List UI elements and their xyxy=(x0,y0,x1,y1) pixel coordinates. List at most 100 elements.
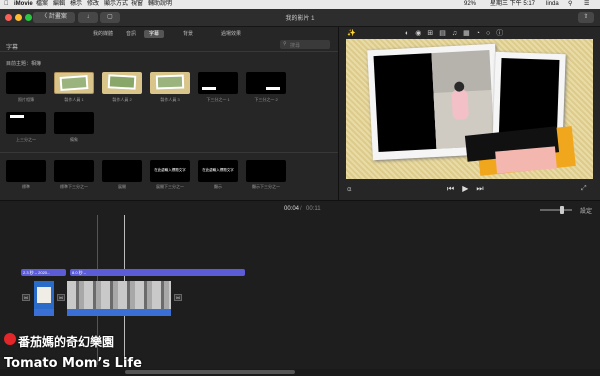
color-balance-icon[interactable]: ◐ xyxy=(405,30,415,37)
title-label: 製作人員 3 xyxy=(160,97,180,102)
title-label: 製作人員 1 xyxy=(64,97,84,102)
total-time: 00:11 xyxy=(306,206,321,212)
user-name[interactable]: linda xyxy=(546,0,559,9)
theme-label: 目前主題：相簿 xyxy=(6,61,42,67)
back-to-projects-button[interactable]: 〈 計畫案 xyxy=(33,12,75,23)
tab-my-media[interactable]: 我的媒體 xyxy=(88,30,118,38)
search-placeholder: 搜尋 xyxy=(290,43,301,49)
title-thumb-credits-3[interactable] xyxy=(150,72,190,94)
speed-icon[interactable]: ◔ xyxy=(476,30,486,37)
share-button[interactable]: ⇧ xyxy=(578,12,594,23)
search-icon[interactable]: ⚲ xyxy=(568,0,572,9)
transition-icon[interactable]: ⋈ xyxy=(174,294,182,301)
library-button[interactable]: ▢ xyxy=(100,12,120,23)
play-icon[interactable]: ▶ xyxy=(462,184,476,193)
close-window-button[interactable] xyxy=(5,14,12,21)
time-separator: / xyxy=(300,206,302,212)
viewer-panel: ✨ ◐◉⊞▤♫▦◔○ⓘ ⍺ ⏮▶⏭ ⤢ xyxy=(338,27,600,200)
crop-icon[interactable]: ⊞ xyxy=(427,30,439,37)
menu-app[interactable]: iMovie xyxy=(14,0,33,9)
menu-list-icon[interactable]: ☰ xyxy=(584,0,589,9)
transition-icon[interactable]: ⋈ xyxy=(57,294,65,301)
skip-forward-icon[interactable]: ⏭ xyxy=(476,184,491,193)
divider xyxy=(0,152,338,153)
title-thumb-reveal[interactable]: 在此處輸入標題文字 xyxy=(198,160,238,182)
title-label: 上三分之一 xyxy=(16,137,36,142)
fullscreen-icon[interactable]: ⤢ xyxy=(581,185,587,193)
title-thumb-photo-album[interactable] xyxy=(6,72,46,94)
title-label: 標準下三分之一 xyxy=(60,184,88,189)
thumb-text: 在此處輸入標題文字 xyxy=(154,168,186,172)
info-icon[interactable]: ⓘ xyxy=(496,30,509,37)
title-clip-2[interactable]: 8.0 秒 – xyxy=(70,269,245,276)
share-icon: ⇧ xyxy=(583,14,589,20)
search-field[interactable]: ⚲ 搜尋 xyxy=(280,40,330,49)
title-thumb-lower-third-1[interactable] xyxy=(198,72,238,94)
zoom-slider[interactable] xyxy=(540,206,572,214)
title-clip-1[interactable]: 2.3 秒 – 2020... xyxy=(21,269,66,276)
filter-icon[interactable]: ○ xyxy=(486,30,496,37)
title-thumb-upper-third[interactable] xyxy=(6,112,46,134)
menu-bar:  iMovie 檔案 編輯 標示 修改 顯示方式 視窗 輔助說明 92% 星期… xyxy=(0,0,600,9)
tomato-logo-icon xyxy=(4,333,16,345)
menu-mark[interactable]: 標示 xyxy=(70,0,82,9)
tab-titles[interactable]: 字幕 xyxy=(144,30,164,38)
title-label: 展開下三分之一 xyxy=(156,184,184,189)
title-thumb-memo[interactable] xyxy=(54,112,94,134)
menu-edit[interactable]: 編輯 xyxy=(53,0,65,9)
playback-controls: ⏮▶⏭ xyxy=(447,184,492,194)
media-browser: 我的媒體 音訊 字幕 背景 過場效果 字幕 ⚲ 搜尋 目前主題：相簿 照片相簿 … xyxy=(0,27,338,200)
thumb-text: 在此處輸入標題文字 xyxy=(202,168,234,172)
menu-window[interactable]: 視窗 xyxy=(131,0,143,9)
menu-view[interactable]: 顯示方式 xyxy=(104,0,128,9)
search-icon: ⚲ xyxy=(283,41,287,47)
library-icon: ▢ xyxy=(107,14,113,20)
title-label: 顯示下三分之一 xyxy=(252,184,280,189)
video-clip-2[interactable] xyxy=(67,281,171,309)
tab-transitions[interactable]: 過場效果 xyxy=(216,30,246,38)
title-thumb-credits-2[interactable] xyxy=(102,72,142,94)
scrollbar-thumb[interactable] xyxy=(125,370,295,374)
apple-menu-icon[interactable]:  xyxy=(4,0,9,9)
import-icon: ↓ xyxy=(86,14,90,20)
title-label: 備象 xyxy=(70,137,78,142)
video-preview xyxy=(346,39,593,179)
timeline-settings[interactable]: 設定 xyxy=(580,206,592,215)
tab-backgrounds[interactable]: 背景 xyxy=(178,30,198,38)
title-thumb-expand-lower-third[interactable]: 在此處輸入標題文字 xyxy=(150,160,190,182)
minimize-window-button[interactable] xyxy=(15,14,22,21)
tab-audio[interactable]: 音訊 xyxy=(122,30,140,38)
color-correction-icon[interactable]: ◉ xyxy=(415,30,427,37)
title-bar: 〈 計畫案 ↓ ▢ 我的影片 1 ⇧ xyxy=(0,9,600,27)
adjustment-toolbar: ◐◉⊞▤♫▦◔○ⓘ xyxy=(405,28,595,38)
video-clip-1[interactable] xyxy=(34,281,54,309)
zoom-slider-knob[interactable] xyxy=(560,206,564,214)
divider xyxy=(0,51,338,52)
menu-file[interactable]: 檔案 xyxy=(36,0,48,9)
transition-icon[interactable]: ⋈ xyxy=(22,294,30,301)
noise-icon[interactable]: ▦ xyxy=(463,30,476,37)
volume-icon[interactable]: ♫ xyxy=(452,30,463,37)
microphone-icon[interactable]: ⍺ xyxy=(347,185,352,193)
menu-help[interactable]: 輔助說明 xyxy=(148,0,172,9)
title-thumb-standard[interactable] xyxy=(6,160,46,182)
title-label: 顯示 xyxy=(214,184,222,189)
title-thumb-expand[interactable] xyxy=(102,160,142,182)
current-time: 00:04 xyxy=(284,206,300,212)
skip-back-icon[interactable]: ⏮ xyxy=(447,184,462,193)
watermark-subtitle: Tomato Mom’s Life xyxy=(4,356,142,371)
title-label: 展開 xyxy=(118,184,126,189)
menu-modify[interactable]: 修改 xyxy=(87,0,99,9)
title-thumb-standard-lower-third[interactable] xyxy=(54,160,94,182)
title-label: 標準 xyxy=(22,184,30,189)
title-thumb-reveal-lower-third[interactable] xyxy=(246,160,286,182)
magic-wand-icon[interactable]: ✨ xyxy=(347,29,356,37)
zoom-window-button[interactable] xyxy=(25,14,32,21)
audio-waveform xyxy=(34,309,54,316)
title-label: 下三分之一 1 xyxy=(206,97,230,102)
import-button[interactable]: ↓ xyxy=(78,12,98,23)
title-thumb-credits-1[interactable] xyxy=(54,72,94,94)
window-title: 我的影片 1 xyxy=(285,16,315,22)
stabilization-icon[interactable]: ▤ xyxy=(439,30,452,37)
title-thumb-lower-third-2[interactable] xyxy=(246,72,286,94)
